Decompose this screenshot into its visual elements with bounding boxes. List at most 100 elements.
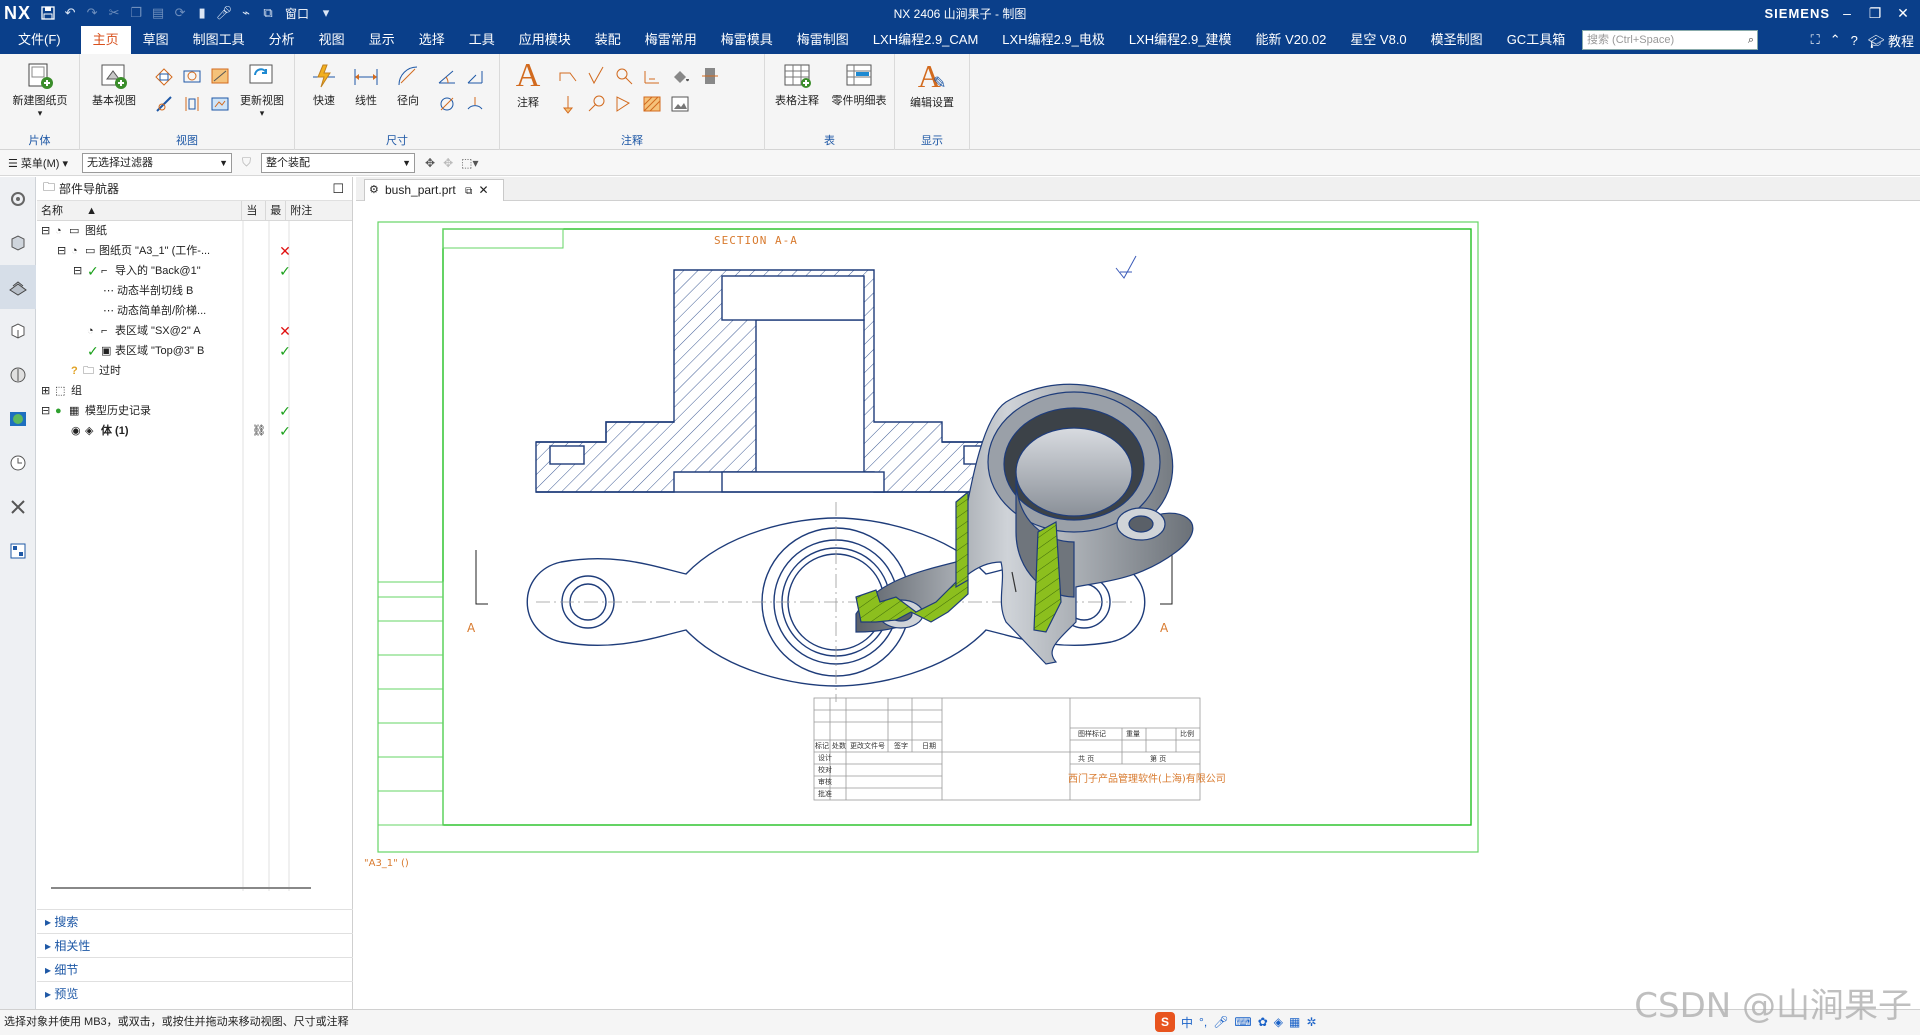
- reuse-library-icon[interactable]: [0, 309, 36, 353]
- chevron-down-icon[interactable]: ▾: [315, 2, 337, 24]
- menu-tab-5[interactable]: 显示: [357, 26, 407, 54]
- part-navigator-icon[interactable]: [0, 265, 36, 309]
- tree-row[interactable]: ⊟ ◔ ▭ 图纸页 "A3_1" (工作-... ✕: [37, 241, 353, 261]
- collapse-icon[interactable]: ⊟: [57, 241, 66, 261]
- voice-input-icon[interactable]: 🎤︎: [1213, 1015, 1228, 1029]
- update-view-button[interactable]: 更新视图 ▾: [232, 60, 292, 119]
- column-name[interactable]: 名称 ▲: [37, 201, 243, 220]
- tabular-note-button[interactable]: 表格注释: [771, 60, 823, 108]
- linear-dimension-button[interactable]: 线性: [347, 60, 385, 108]
- more-tools-icon[interactable]: ✲: [1306, 1015, 1316, 1029]
- toolbox-icon[interactable]: ▦: [1289, 1015, 1300, 1029]
- undo-icon[interactable]: ↶: [59, 2, 81, 24]
- ime-language[interactable]: 中: [1181, 1014, 1193, 1031]
- tree-row[interactable]: ⋯ 动态简单剖/阶梯...: [37, 301, 353, 321]
- paste-icon[interactable]: ▤: [147, 2, 169, 24]
- selection-filter-dropdown[interactable]: 无选择过滤器 ▼: [82, 152, 232, 173]
- collapse-icon[interactable]: ⊟: [41, 221, 50, 241]
- new-sheet-button[interactable]: 新建图纸页 ▾: [6, 60, 74, 119]
- hd3d-tools-icon[interactable]: [0, 353, 36, 397]
- menu-tab-17[interactable]: 星空 V8.0: [1338, 26, 1418, 54]
- id-symbol-icon[interactable]: [584, 92, 608, 116]
- arc-length-dimension-icon[interactable]: [463, 92, 487, 116]
- menu-tab-18[interactable]: 模圣制图: [1419, 26, 1495, 54]
- expand-icon[interactable]: ⊞: [41, 381, 50, 401]
- settings-gear-icon[interactable]: [0, 177, 36, 221]
- datum-target-icon[interactable]: [640, 64, 664, 88]
- parts-list-button[interactable]: 零件明细表: [827, 60, 891, 108]
- menu-tab-6[interactable]: 选择: [407, 26, 457, 54]
- minimize-icon[interactable]: –: [1836, 5, 1858, 22]
- fullscreen-icon[interactable]: ⛶: [1811, 32, 1820, 48]
- menu-tab-11[interactable]: 梅雷模具: [709, 26, 785, 54]
- menu-tab-8[interactable]: 应用模块: [507, 26, 583, 54]
- tree-row[interactable]: ⊟ ◔ ▭ 图纸: [37, 221, 353, 241]
- copy-icon[interactable]: ❐: [125, 2, 147, 24]
- window-switch-icon[interactable]: ⧉: [257, 2, 279, 24]
- filter-funnel-icon[interactable]: ⛉: [242, 155, 251, 170]
- menu-tab-10[interactable]: 梅雷常用: [633, 26, 709, 54]
- view-boundary-icon[interactable]: [208, 92, 232, 116]
- surface-finish-icon[interactable]: [584, 64, 608, 88]
- column-latest[interactable]: 最: [266, 201, 287, 220]
- repeat-command-icon[interactable]: ⟳: [169, 2, 191, 24]
- menu-tab-9[interactable]: 装配: [583, 26, 633, 54]
- command-finder-icon[interactable]: ⌁: [235, 2, 257, 24]
- graphics-window[interactable]: SECTION A-A A A 标记 处数 更改文件号 签字 日期 设计 校对 …: [356, 202, 1920, 1008]
- process-studio-icon[interactable]: [0, 485, 36, 529]
- game-icon[interactable]: ◈: [1274, 1015, 1283, 1029]
- assembly-navigator-icon[interactable]: [0, 221, 36, 265]
- angular-dimension-icon[interactable]: [435, 64, 459, 88]
- chamfer-dimension-icon[interactable]: [463, 64, 487, 88]
- collapse-icon[interactable]: ⊟: [73, 261, 82, 281]
- surface-finish-symbol[interactable]: [1115, 255, 1137, 279]
- history-clock-icon[interactable]: [0, 441, 36, 485]
- chevron-down-icon[interactable]: ▾: [38, 108, 43, 119]
- menu-tab-3[interactable]: 分析: [257, 26, 307, 54]
- menu-tab-2[interactable]: 制图工具: [181, 26, 257, 54]
- radial-dimension-button[interactable]: 径向: [389, 60, 427, 108]
- close-tab-icon[interactable]: ✕: [479, 183, 489, 197]
- cut-icon[interactable]: ✂: [103, 2, 125, 24]
- weld-symbol-icon[interactable]: [698, 64, 722, 88]
- menu-tab-0[interactable]: 主页: [80, 26, 131, 54]
- maximize-panel-icon[interactable]: ☐: [332, 181, 344, 197]
- menu-tab-19[interactable]: GC工具箱: [1495, 26, 1578, 54]
- window-menu[interactable]: 窗口: [279, 5, 315, 22]
- column-comment[interactable]: 附注: [286, 201, 352, 220]
- collapse-icon[interactable]: ⊟: [41, 401, 50, 421]
- tree-row[interactable]: ✓ ▣ 表区域 "Top@3" B ✓: [37, 341, 353, 361]
- break-view-icon[interactable]: [152, 92, 176, 116]
- horizontal-scrollbar[interactable]: [51, 887, 311, 893]
- tree-row[interactable]: ⊟ ✓ ⌐ 导入的 "Back@1" ✓: [37, 261, 353, 281]
- panel-search[interactable]: ▸ 搜索: [37, 909, 353, 933]
- save-icon[interactable]: [37, 2, 59, 24]
- detail-view-icon[interactable]: [180, 64, 204, 88]
- search-icon[interactable]: ⌕: [1748, 31, 1754, 49]
- microphone-icon[interactable]: 🎤︎: [213, 2, 235, 24]
- snap-options-icon[interactable]: ⬚▾: [461, 156, 478, 170]
- feature-control-frame-icon[interactable]: [556, 64, 580, 88]
- restore-icon[interactable]: ❐: [1864, 5, 1886, 22]
- menu-tab-15[interactable]: LXH编程2.9_建模: [1117, 26, 1244, 54]
- select-all-icon[interactable]: ✥: [425, 156, 435, 170]
- section-view[interactable]: [535, 269, 999, 493]
- command-search-input[interactable]: 搜索 (Ctrl+Space) ⌕: [1582, 30, 1758, 50]
- section-view-icon[interactable]: [208, 64, 232, 88]
- help-icon[interactable]: ?: [1851, 33, 1858, 48]
- menu-tab-4[interactable]: 视图: [307, 26, 357, 54]
- panel-details[interactable]: ▸ 细节: [37, 957, 353, 981]
- punctuation-icon[interactable]: °,: [1199, 1015, 1207, 1029]
- web-browser-icon[interactable]: [0, 397, 36, 441]
- balloon-icon[interactable]: [612, 64, 636, 88]
- menu-tab-16[interactable]: 能新 V20.02: [1243, 26, 1338, 54]
- tutorial-button[interactable]: 🎓︎ 教程: [1868, 31, 1914, 50]
- chevron-down-icon[interactable]: ▾: [260, 108, 265, 119]
- target-point-icon[interactable]: [612, 92, 636, 116]
- panel-dependencies[interactable]: ▸ 相关性: [37, 933, 353, 957]
- menu-file[interactable]: 文件(F): [0, 26, 81, 54]
- touch-mode-icon[interactable]: ▮: [191, 2, 213, 24]
- tree-row[interactable]: ⊞ ⬚ 组: [37, 381, 353, 401]
- selection-scope-dropdown[interactable]: 整个装配 ▼: [261, 152, 416, 173]
- note-button[interactable]: A 注释: [506, 58, 550, 110]
